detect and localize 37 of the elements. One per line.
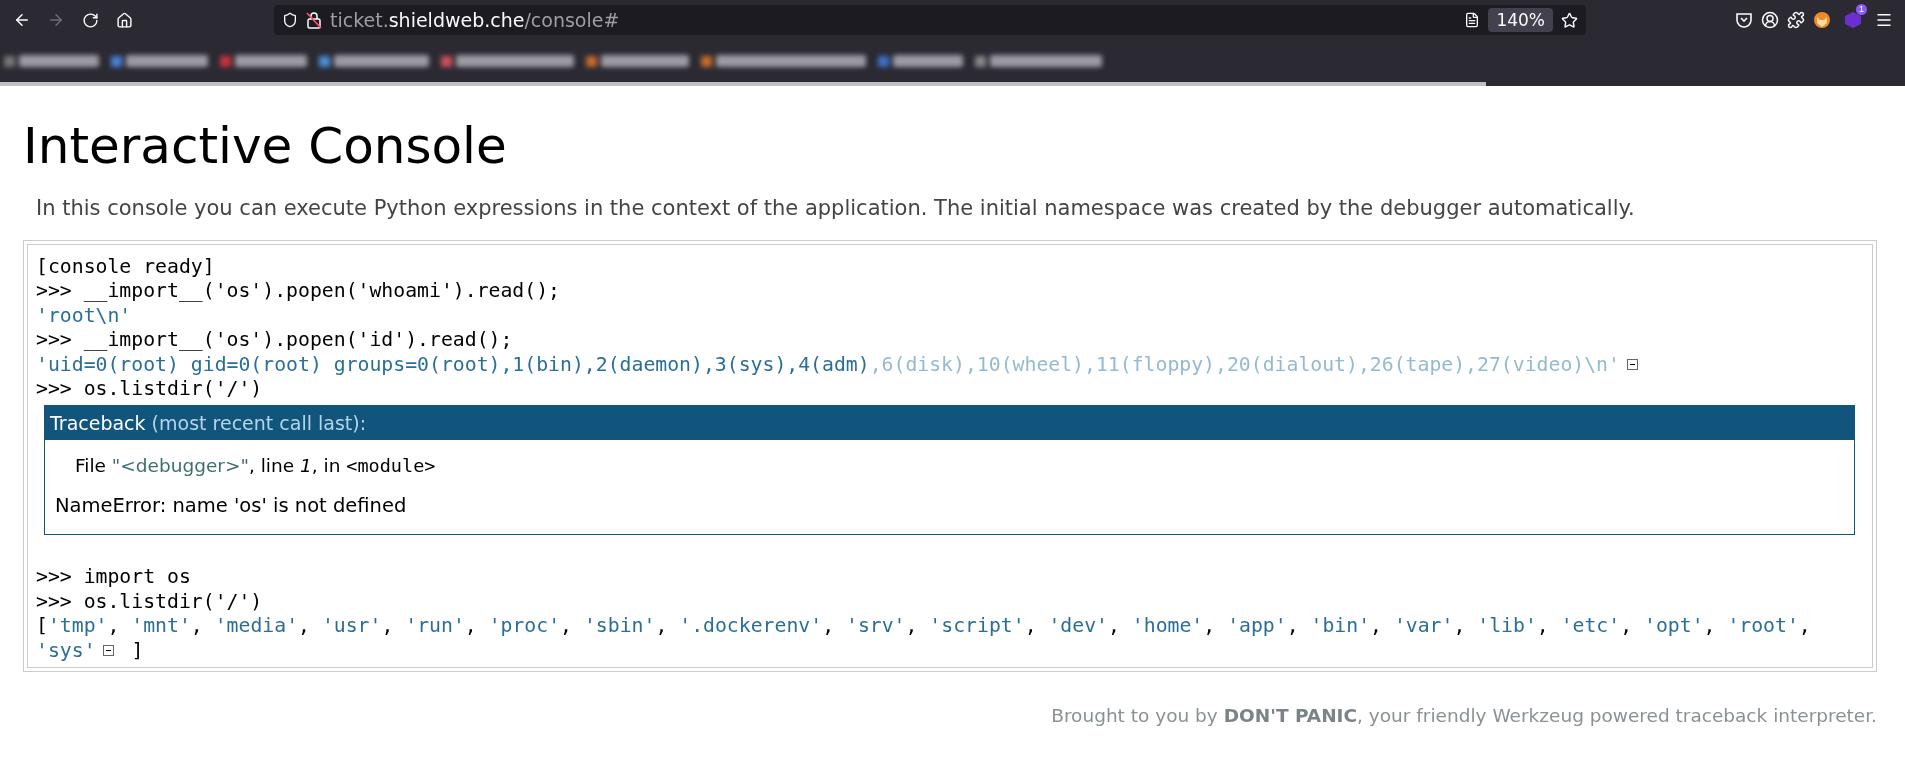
traceback-header: Traceback (most recent call last): xyxy=(45,406,1854,441)
traceback-frame-line: File "<debugger>", line 1, in <module> xyxy=(74,454,437,479)
notification-badge: 1 xyxy=(1856,4,1867,15)
console-line: >>> os.listdir('/') xyxy=(36,589,263,615)
reader-view-icon[interactable] xyxy=(1464,12,1481,28)
zoom-level-button[interactable]: 140% xyxy=(1488,8,1553,32)
address-bar[interactable]: ticket.shieldweb.che/console# 140% xyxy=(274,5,1586,35)
home-icon[interactable] xyxy=(115,11,133,29)
cube-icon xyxy=(1844,11,1862,29)
page-title: Interactive Console xyxy=(23,117,508,175)
collapse-icon[interactable] xyxy=(1626,359,1638,371)
console-line: 'sys' xyxy=(36,638,96,664)
extensions-icon[interactable] xyxy=(1787,11,1805,29)
back-icon[interactable] xyxy=(13,11,31,29)
footer-text: Brought to you by DON'T PANIC, your friendly Werkzeug powered traceback interpreter. xyxy=(1050,705,1877,727)
pocket-icon[interactable] xyxy=(1735,11,1753,29)
star-icon[interactable] xyxy=(1561,11,1578,29)
error-message: NameError: name 'os' is not defined xyxy=(54,493,408,520)
reload-icon[interactable] xyxy=(81,11,99,29)
console-line: 'uid=0(root) gid=0(root) groups=0(root),1(bin),2(daemon),3(sys),4(adm),6(disk),10(wheel),11(floppy),20(dialout),26(tape),27(video)\n' xyxy=(36,352,1620,378)
console-line: 'root\n' xyxy=(36,303,132,329)
console-line: >>> __import__('os').popen('id').read(); xyxy=(36,328,513,353)
intro-text: In this console you can execute Python expressions in the context of the application. The initial namespace was created by the debugger automatically. xyxy=(36,195,1636,221)
console-line: >>> __import__('os').popen('whoami').read(); xyxy=(36,279,560,304)
console-line: [console ready] xyxy=(36,255,215,280)
console-line: >>> os.listdir('/') xyxy=(36,377,263,402)
url-text: ticket.shieldweb.che/console# xyxy=(330,9,621,31)
insecure-lock-icon[interactable] xyxy=(306,11,322,29)
console-line: ['tmp', 'mnt', 'media', 'usr', 'run', 'proc', 'sbin', '.dockerenv', 'srv', 'script', 'dev', 'home', 'app', 'bin', 'var', 'lib', 'etc', 'opt', 'root', xyxy=(36,614,1811,639)
console-line: >>> import os xyxy=(36,565,191,590)
menu-icon[interactable] xyxy=(1875,11,1893,29)
console-line: ] xyxy=(130,638,144,664)
account-icon[interactable] xyxy=(1761,11,1779,29)
fox-extension-icon[interactable] xyxy=(1813,11,1831,29)
shield-icon[interactable] xyxy=(282,12,298,28)
collapse-icon[interactable] xyxy=(102,645,114,657)
extension-button[interactable]: 1 xyxy=(1839,6,1867,34)
